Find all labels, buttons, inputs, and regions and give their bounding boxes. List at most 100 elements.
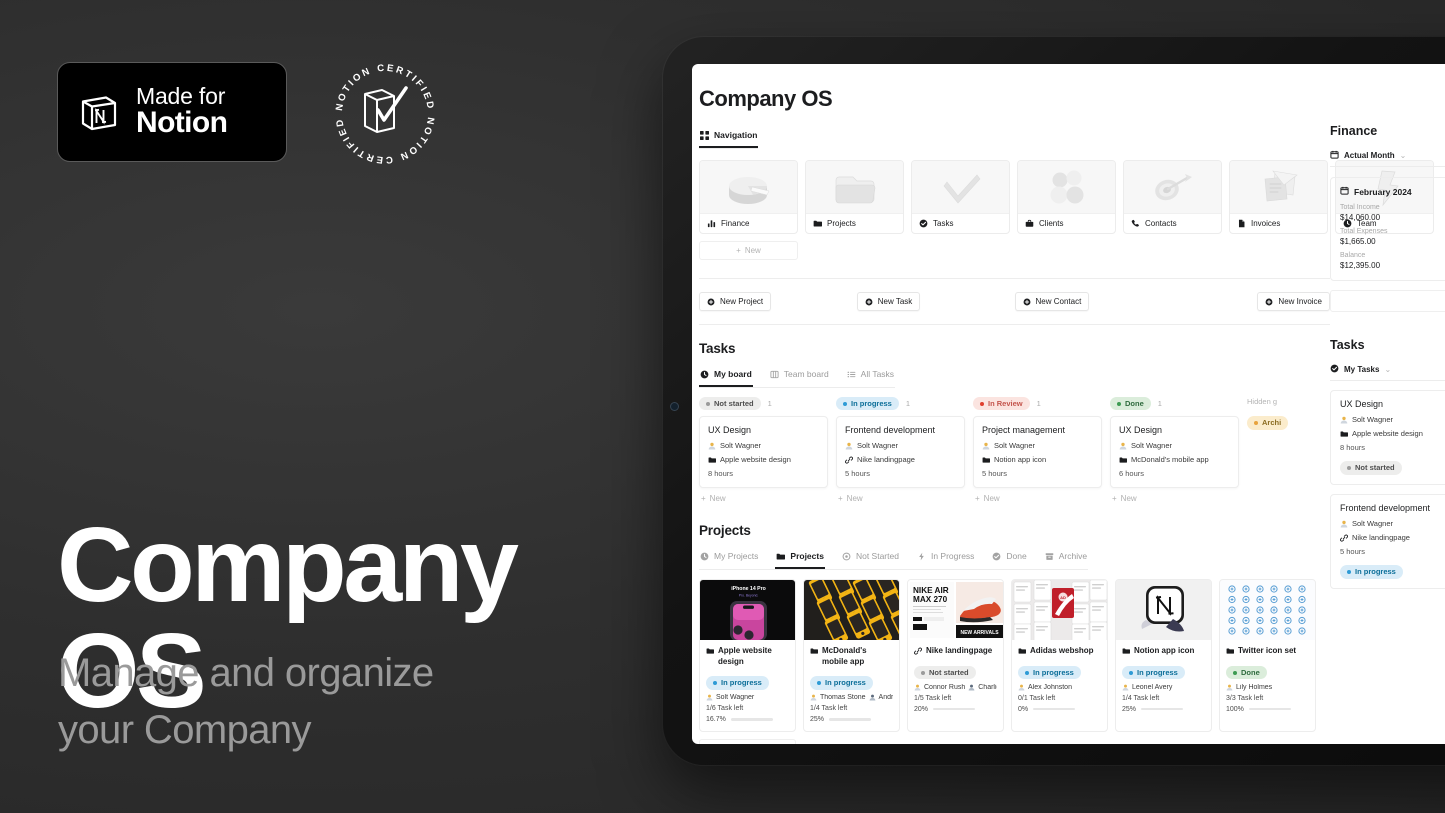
task-card[interactable]: UX Design Solt Wagner McDonald's mobile …: [1110, 416, 1239, 489]
finance-row: Total Income $14,060.00: [1340, 204, 1445, 222]
task-card[interactable]: Frontend development Solt Wagner Nike la…: [836, 416, 965, 489]
person-icon: [1122, 684, 1129, 691]
kanban-new-button[interactable]: + New: [699, 488, 828, 503]
finance-add-row[interactable]: +: [1330, 290, 1445, 312]
project-progress: 100%: [1226, 706, 1309, 713]
task-assignee: Solt Wagner: [982, 441, 1093, 450]
status-label: Not started: [1355, 463, 1395, 473]
progress-track: [730, 718, 773, 721]
svg-text:NIKE AIR: NIKE AIR: [913, 586, 949, 595]
finance-month-card[interactable]: February 2024 Total Income $14,060.00 Tot…: [1330, 177, 1445, 281]
project-people: Connor Rush Charlie W: [914, 684, 997, 691]
status-badge: In progress: [810, 676, 873, 690]
project-people: Alex Johnston: [1018, 684, 1101, 691]
phone-icon: [1131, 219, 1140, 228]
adidas-red-thumbnail: AD: [1012, 580, 1107, 641]
nike-air-thumbnail: NIKE AIR MAX 270 NEW ARRIVALS: [908, 580, 1003, 641]
tab-archive[interactable]: Archive: [1044, 547, 1088, 569]
tasks-rail-tab[interactable]: My Tasks ⌄: [1330, 364, 1445, 381]
tab-not-started[interactable]: Not Started: [841, 547, 900, 569]
kanban-new-button[interactable]: + New: [836, 488, 965, 503]
status-dot-icon: [713, 680, 717, 685]
nav-card-caption: Contacts: [1124, 213, 1221, 233]
papers-3d-icon: [1230, 161, 1327, 213]
project-progress-percent: 25%: [1122, 705, 1137, 713]
archive-status-badge[interactable]: Archi: [1247, 416, 1289, 430]
new-contact-button[interactable]: New Contact: [1014, 292, 1090, 311]
project-progress-percent: 0%: [1018, 705, 1029, 713]
status-label: Done: [1241, 667, 1260, 677]
status-label: Not started: [929, 667, 969, 677]
rail-task-card[interactable]: Frontend development Solt Wagner Nike la…: [1330, 494, 1445, 589]
tab-label: My board: [714, 369, 752, 379]
task-card[interactable]: UX Design Solt Wagner Apple website desi…: [699, 416, 828, 489]
spheres-3d-icon: [1018, 161, 1115, 213]
icon-grid-blue-thumbnail: [1220, 580, 1315, 641]
action-label: New Task: [877, 297, 913, 306]
svg-text:NOTION CERTIFIED: NOTION CERTIFIED: [334, 116, 436, 164]
project-card[interactable]: McDonald's mobile app In progress Thomas…: [803, 579, 900, 732]
svg-text:NOTION CERTIFIED: NOTION CERTIFIED: [334, 63, 436, 112]
tab-in-progress[interactable]: In Progress: [916, 547, 975, 569]
folder-icon: [776, 552, 786, 561]
nav-card-projects[interactable]: Projects: [805, 160, 904, 234]
clock-icon: [700, 370, 709, 379]
svg-text:MAX 270: MAX 270: [913, 595, 948, 604]
action-label: New Project: [720, 297, 764, 306]
projects-section-title: Projects: [699, 523, 751, 539]
kanban-column-count: 1: [767, 399, 772, 409]
task-card[interactable]: Project management Solt Wagner Notion ap…: [973, 416, 1102, 489]
promo-subline-2: your Company: [58, 707, 312, 752]
project-card[interactable]: Notion app icon In progress Leonel Avery…: [1115, 579, 1212, 732]
nav-card-finance[interactable]: Finance: [699, 160, 798, 234]
tab-done[interactable]: Done: [991, 547, 1027, 569]
project-card[interactable]: NIKE AIR MAX 270 NEW ARRIVALS Nike landing…: [907, 579, 1004, 732]
task-hours: 5 hours: [845, 469, 871, 479]
link-icon: [914, 647, 922, 655]
status-badge: In progress: [1340, 565, 1403, 579]
badge-line-1: Made for: [136, 82, 226, 109]
project-card-body: Notion app icon In progress Leonel Avery…: [1116, 640, 1211, 720]
nav-card-clients[interactable]: Clients: [1017, 160, 1116, 234]
tab-all-tasks[interactable]: All Tasks: [846, 365, 895, 387]
person-icon: [708, 442, 716, 450]
new-task-button[interactable]: New Task: [856, 292, 921, 311]
status-badge: In progress: [1122, 665, 1185, 680]
status-label: In progress: [1355, 567, 1396, 577]
tab-navigation[interactable]: Navigation: [699, 126, 759, 148]
finance-row-label: Total Income: [1340, 204, 1380, 211]
rail-task-card[interactable]: UX Design Solt Wagner Apple website desi…: [1330, 390, 1445, 485]
task-title: Frontend development: [845, 425, 936, 436]
tab-my-projects[interactable]: My Projects: [699, 547, 759, 569]
project-card[interactable]: AD Adidas webshop In progress Alex Johns…: [1011, 579, 1108, 732]
new-invoice-button[interactable]: New Invoice: [1257, 292, 1330, 311]
kanban-column: In Review 1 Project management Solt Wagn…: [973, 397, 1102, 503]
tab-team-board[interactable]: Team board: [769, 365, 830, 387]
task-assignee-name: Solt Wagner: [994, 441, 1035, 451]
project-card[interactable]: iPhone 14 Pro Pro. Beyond. Apple website …: [699, 579, 796, 732]
task-assignee: Solt Wagner: [845, 441, 956, 450]
main-content-column: Company OS Navigation Finance Projects T…: [692, 64, 1434, 744]
kanban-new-button[interactable]: + New: [973, 488, 1102, 503]
chevron-down-icon[interactable]: ⌄: [1400, 151, 1407, 160]
tab-label: Archive: [1058, 551, 1088, 562]
rail-task-title: Frontend development: [1340, 503, 1431, 513]
tasks-rail-cards: UX Design Solt Wagner Apple website desi…: [1330, 390, 1445, 589]
nav-card-tasks[interactable]: Tasks: [911, 160, 1010, 234]
bar-chart-icon: [707, 219, 716, 228]
projects-new-button[interactable]: + New: [699, 738, 796, 744]
nav-card-contacts[interactable]: Contacts: [1123, 160, 1222, 234]
kanban-column-count: 1: [1157, 399, 1162, 409]
tab-my-board[interactable]: My board: [699, 365, 753, 387]
nav-new-button[interactable]: + New: [699, 241, 798, 260]
new-project-button[interactable]: New Project: [699, 292, 772, 311]
grid-icon: [700, 130, 709, 140]
project-card-body: Apple website design In progress Solt Wa…: [700, 640, 795, 730]
tab-projects[interactable]: Projects: [775, 547, 825, 570]
finance-rail-tab[interactable]: Actual Month ⌄: [1330, 150, 1445, 167]
chevron-down-icon[interactable]: ⌄: [1384, 365, 1391, 374]
status-badge: In Review: [973, 397, 1030, 411]
nav-card-invoices[interactable]: Invoices: [1229, 160, 1328, 234]
project-card[interactable]: Twitter icon set Done Lily Holmes 3/3 Ta…: [1219, 579, 1316, 732]
kanban-new-button[interactable]: + New: [1110, 488, 1239, 503]
